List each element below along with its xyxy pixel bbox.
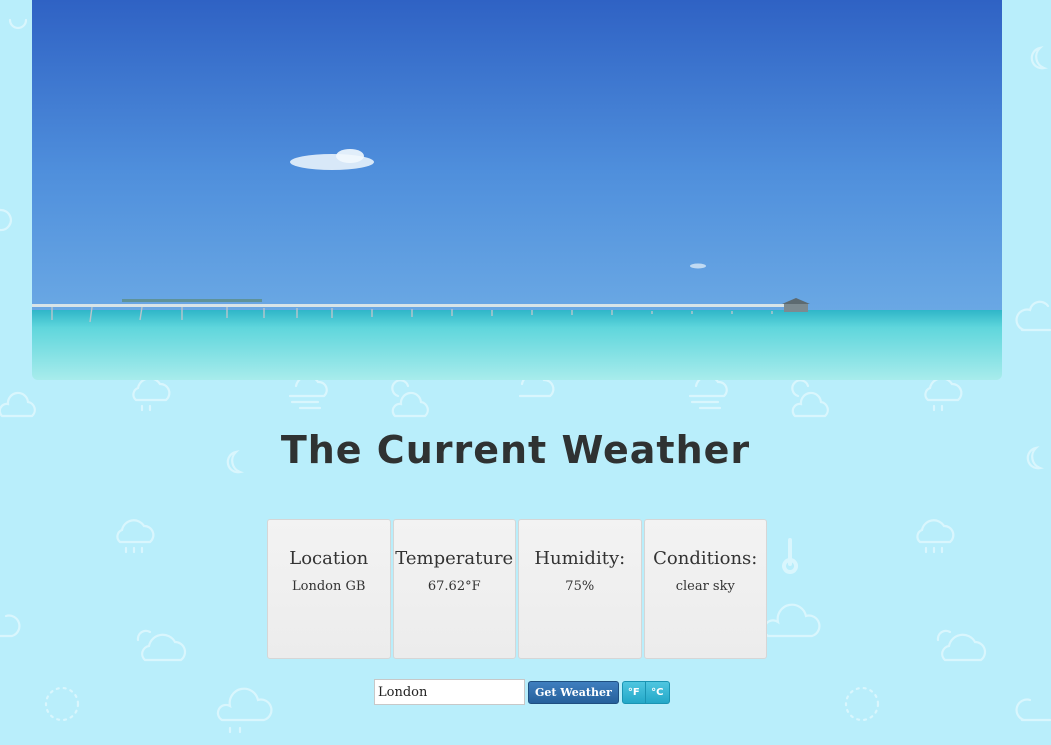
conditions-value: clear sky bbox=[675, 579, 735, 594]
sun-icon bbox=[44, 686, 80, 722]
cloud-rain-icon bbox=[924, 377, 963, 412]
cloud-rain-icon bbox=[132, 377, 171, 412]
wind-cloud-icon bbox=[288, 375, 328, 410]
cloud-icon bbox=[763, 603, 821, 638]
sun-icon bbox=[844, 686, 880, 722]
page-title: The Current Weather bbox=[280, 428, 751, 472]
cloud-rain-icon bbox=[216, 687, 273, 734]
moon-cloud-icon bbox=[0, 391, 36, 418]
weather-cards: Location London GB Temperature 67.62°F H… bbox=[267, 519, 767, 659]
cloud-icon bbox=[1015, 300, 1051, 332]
sun-cloud-icon bbox=[136, 629, 187, 662]
temperature-card: Temperature 67.62°F bbox=[392, 519, 516, 659]
humidity-label: Humidity: bbox=[534, 548, 626, 569]
hero-beach-image bbox=[32, 0, 1002, 380]
celsius-button[interactable]: °C bbox=[645, 680, 670, 704]
unit-toggle: °F °C bbox=[621, 680, 670, 704]
fahrenheit-button[interactable]: °F bbox=[621, 680, 646, 704]
conditions-label: Conditions: bbox=[653, 548, 758, 569]
cloud-rain-icon bbox=[116, 519, 155, 554]
thermometer-icon bbox=[782, 538, 799, 574]
conditions-card: Conditions: clear sky bbox=[643, 519, 767, 659]
temperature-label: Temperature bbox=[395, 548, 514, 569]
location-value: London GB bbox=[292, 579, 366, 594]
moon-cloud-icon bbox=[391, 379, 429, 418]
cloud-icon bbox=[8, 18, 28, 30]
moon-cloud-icon bbox=[791, 379, 829, 418]
temperature-value: 67.62°F bbox=[427, 579, 481, 594]
humidity-card: Humidity: 75% bbox=[518, 519, 642, 659]
city-input[interactable] bbox=[374, 679, 525, 705]
location-card: Location London GB bbox=[267, 519, 391, 659]
cloud-icon bbox=[0, 208, 12, 232]
search-controls: Get Weather °F °C bbox=[374, 679, 670, 705]
cloud-rain-icon bbox=[1015, 698, 1051, 722]
sun-cloud-icon bbox=[936, 629, 987, 662]
get-weather-button[interactable]: Get Weather bbox=[528, 680, 619, 704]
location-label: Location bbox=[289, 548, 369, 569]
cloud-rain-icon bbox=[916, 519, 955, 554]
cloud-icon bbox=[0, 614, 21, 638]
moon-icon bbox=[1030, 46, 1049, 70]
humidity-value: 75% bbox=[565, 579, 595, 594]
wind-cloud-icon bbox=[688, 375, 728, 410]
